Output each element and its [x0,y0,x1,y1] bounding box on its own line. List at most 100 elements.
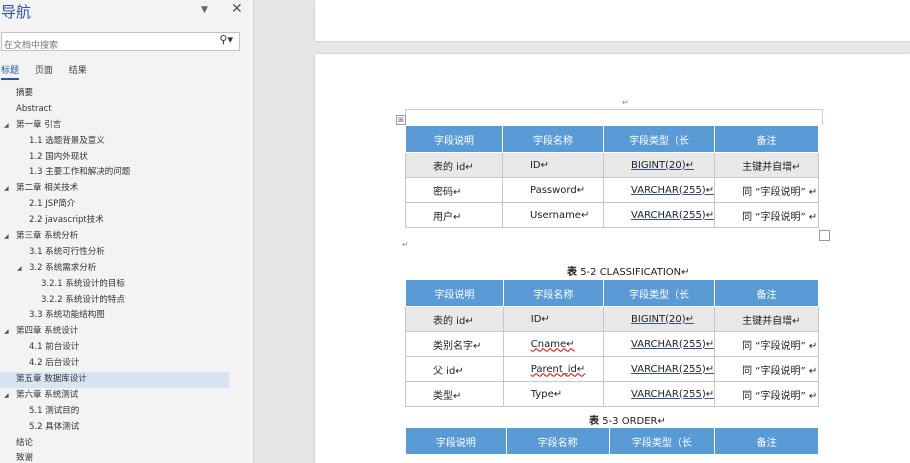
table-cell[interactable]: 同 “字段说明” ↵ [714,381,819,407]
nav-item[interactable]: 1.2 国内外现状 [0,150,253,166]
table-cell[interactable]: 主键并自增↵ [714,152,819,178]
header-cell: 字段名称 [505,427,610,455]
search-box[interactable]: ⚲▾ [1,32,240,55]
cell-text: BIGINT(20)↵ [631,313,695,325]
table-row: 密码↵ Password↵ VARCHAR(255)↵ 同 “字段说明” ↵ [405,177,819,203]
nav-item[interactable]: 结论 [0,436,253,452]
nav-item-label: 1.3 主要工作和解决的问题 [29,167,131,178]
nav-item-label: 第五章 数据库设计 [16,374,87,385]
nav-item-label: 结论 [16,437,34,448]
table-cell[interactable]: Type↵ [502,381,605,407]
close-icon[interactable]: ✕ [231,1,243,17]
chevron-down-icon[interactable]: ▼ [201,5,208,15]
nav-item-label: 1.2 国内外现状 [29,151,88,162]
table-row: 用户↵ Username↵ VARCHAR(255)↵ 同 “字段说明” ↵ [405,202,819,228]
nav-item[interactable]: ◢ 第六章 系统测试 [0,388,253,404]
nav-item[interactable]: 3.2.1 系统设计的目标 [0,277,253,293]
table-cell[interactable]: ID↵ [501,152,605,178]
table-cell[interactable]: 用户↵ [405,202,503,228]
nav-item[interactable]: 5.1 测试目的 [0,404,253,420]
cell-text: BIGINT(20)↵ [631,159,695,171]
nav-item[interactable]: 1.1 选题背景及意义 [0,134,253,150]
table-cell[interactable]: Parent_id↵ [502,356,605,382]
nav-item[interactable]: 3.2.2 系统设计的特点 [0,293,253,309]
nav-item-label: 3.2 系统需求分析 [29,262,97,273]
nav-item[interactable]: ◢ 第一章 引言 [0,118,253,134]
nav-item[interactable]: 第五章 数据库设计 [0,372,229,388]
cell-text: VARCHAR(255)↵ [631,338,715,350]
expand-triangle-icon[interactable]: ◢ [4,118,9,134]
table-cell[interactable]: VARCHAR(255)↵ [603,381,716,407]
table-cell[interactable]: Cname↵ [502,331,605,357]
table-cell[interactable]: BIGINT(20)↵ [603,152,716,178]
document-page[interactable]: ↵ ⊞ 字段说明 字段名称 字段类型（长 备注 表的 id↵ ID↵ BIGINT(… [315,54,910,463]
nav-item-label: 3.2.2 系统设计的特点 [41,294,125,305]
tab-pages[interactable]: 页面 [35,66,53,76]
nav-item[interactable]: 5.2 具体测试 [0,420,253,436]
navigation-pane: 导航 ▼ ✕ ⚲▾ 标题 页面 结果 摘要 Abstract ◢ 第一章 引言 1.1 … [0,0,254,463]
table-cell[interactable]: 类别名字↵ [405,331,504,357]
data-table-user: 字段说明 字段名称 字段类型（长 备注 表的 id↵ ID↵ BIGINT(20)↵… [405,125,819,228]
expand-triangle-icon[interactable]: ◢ [4,181,9,197]
table-cell[interactable]: VARCHAR(255)↵ [603,356,716,382]
expand-triangle-icon[interactable]: ◢ [17,261,22,277]
table-cell[interactable]: 同 “字段说明” ↵ [714,356,819,382]
cell-text: 密码↵ [433,186,462,198]
nav-item[interactable]: 3.3 系统功能结构图 [0,308,253,324]
table-row: 类型↵ Type↵ VARCHAR(255)↵ 同 “字段说明” ↵ [405,381,819,407]
cell-text: 类型↵ [433,390,462,402]
table-cell[interactable]: 主键并自增↵ [714,306,819,332]
expand-triangle-icon[interactable]: ◢ [4,324,9,340]
table-cell[interactable]: Username↵ [501,202,605,228]
table-resize-handle-icon[interactable] [819,230,830,241]
table-move-handle-icon[interactable]: ⊞ [396,115,406,125]
nav-item[interactable]: ◢ 第四章 系统设计 [0,324,253,340]
table-cell[interactable]: VARCHAR(255)↵ [603,202,716,228]
nav-item[interactable]: Abstract [0,102,253,118]
previous-page [315,0,910,41]
search-icon[interactable]: ⚲▾ [219,33,233,46]
table-cell[interactable]: 父 id↵ [405,356,504,382]
table-cell[interactable]: 同 “字段说明” ↵ [714,202,819,228]
nav-item[interactable]: 3.1 系统可行性分析 [0,245,253,261]
table-cell[interactable]: 密码↵ [405,177,503,203]
search-input[interactable] [2,37,204,55]
data-table-order: 字段说明 字段名称 字段类型（长 备注 [405,427,819,455]
heading-tree: 摘要 Abstract ◢ 第一章 引言 1.1 选题背景及意义 1.2 国内外现状 1.3… [0,86,253,463]
nav-item[interactable]: 摘要 [0,86,253,102]
table-cell[interactable]: Password↵ [501,177,605,203]
nav-item[interactable]: ◢ 第三章 系统分析 [0,229,253,245]
table-cell[interactable]: 表的 id↵ [405,152,503,178]
table-cell[interactable]: VARCHAR(255)↵ [603,177,716,203]
expand-triangle-icon[interactable]: ◢ [4,229,9,245]
table-cell[interactable]: ID↵ [502,306,605,332]
nav-item[interactable]: 1.3 主要工作和解决的问题 [0,165,253,181]
nav-item[interactable]: 2.2 javascript技术 [0,213,253,229]
nav-item-label: 3.1 系统可行性分析 [29,246,105,257]
tab-results[interactable]: 结果 [69,66,87,76]
table-cell[interactable]: 同 “字段说明” ↵ [714,177,819,203]
table-cell[interactable]: 表的 id↵ [405,306,504,332]
cell-text: 同 “字段说明” ↵ [742,211,818,223]
cell-text: ID↵ [530,313,550,325]
tab-headings[interactable]: 标题 [1,66,20,80]
table-cell[interactable]: VARCHAR(255)↵ [603,331,716,357]
table-header-row: 字段说明 字段名称 字段类型（长 备注 [405,125,819,153]
table-cell[interactable]: 同 “字段说明” ↵ [714,331,819,357]
nav-item[interactable]: ◢ 第二章 相关技术 [0,181,253,197]
nav-item[interactable]: 致谢 [0,451,253,463]
data-table-classification: 字段说明 字段名称 字段类型（长 备注 表的 id↵ ID↵ BIGINT(20)↵… [405,279,819,407]
cell-text: Parent_id↵ [530,363,586,375]
header-cell: 备注 [714,125,819,153]
nav-item[interactable]: 4.1 前台设计 [0,340,253,356]
nav-item[interactable]: 4.2 后台设计 [0,356,253,372]
cell-text: 表的 id↵ [433,315,474,327]
nav-item-label: 第二章 相关技术 [16,183,79,194]
nav-item[interactable]: ◢ 3.2 系统需求分析 [0,261,253,277]
header-cell: 字段类型（长 [603,279,716,307]
expand-triangle-icon[interactable]: ◢ [4,388,9,404]
table-cell[interactable]: BIGINT(20)↵ [603,306,716,332]
table-cell[interactable]: 类型↵ [405,381,504,407]
nav-item[interactable]: 2.1 JSP简介 [0,197,253,213]
document-area[interactable]: ↵ ⊞ 字段说明 字段名称 字段类型（长 备注 表的 id↵ ID↵ BIGINT(… [254,0,910,463]
